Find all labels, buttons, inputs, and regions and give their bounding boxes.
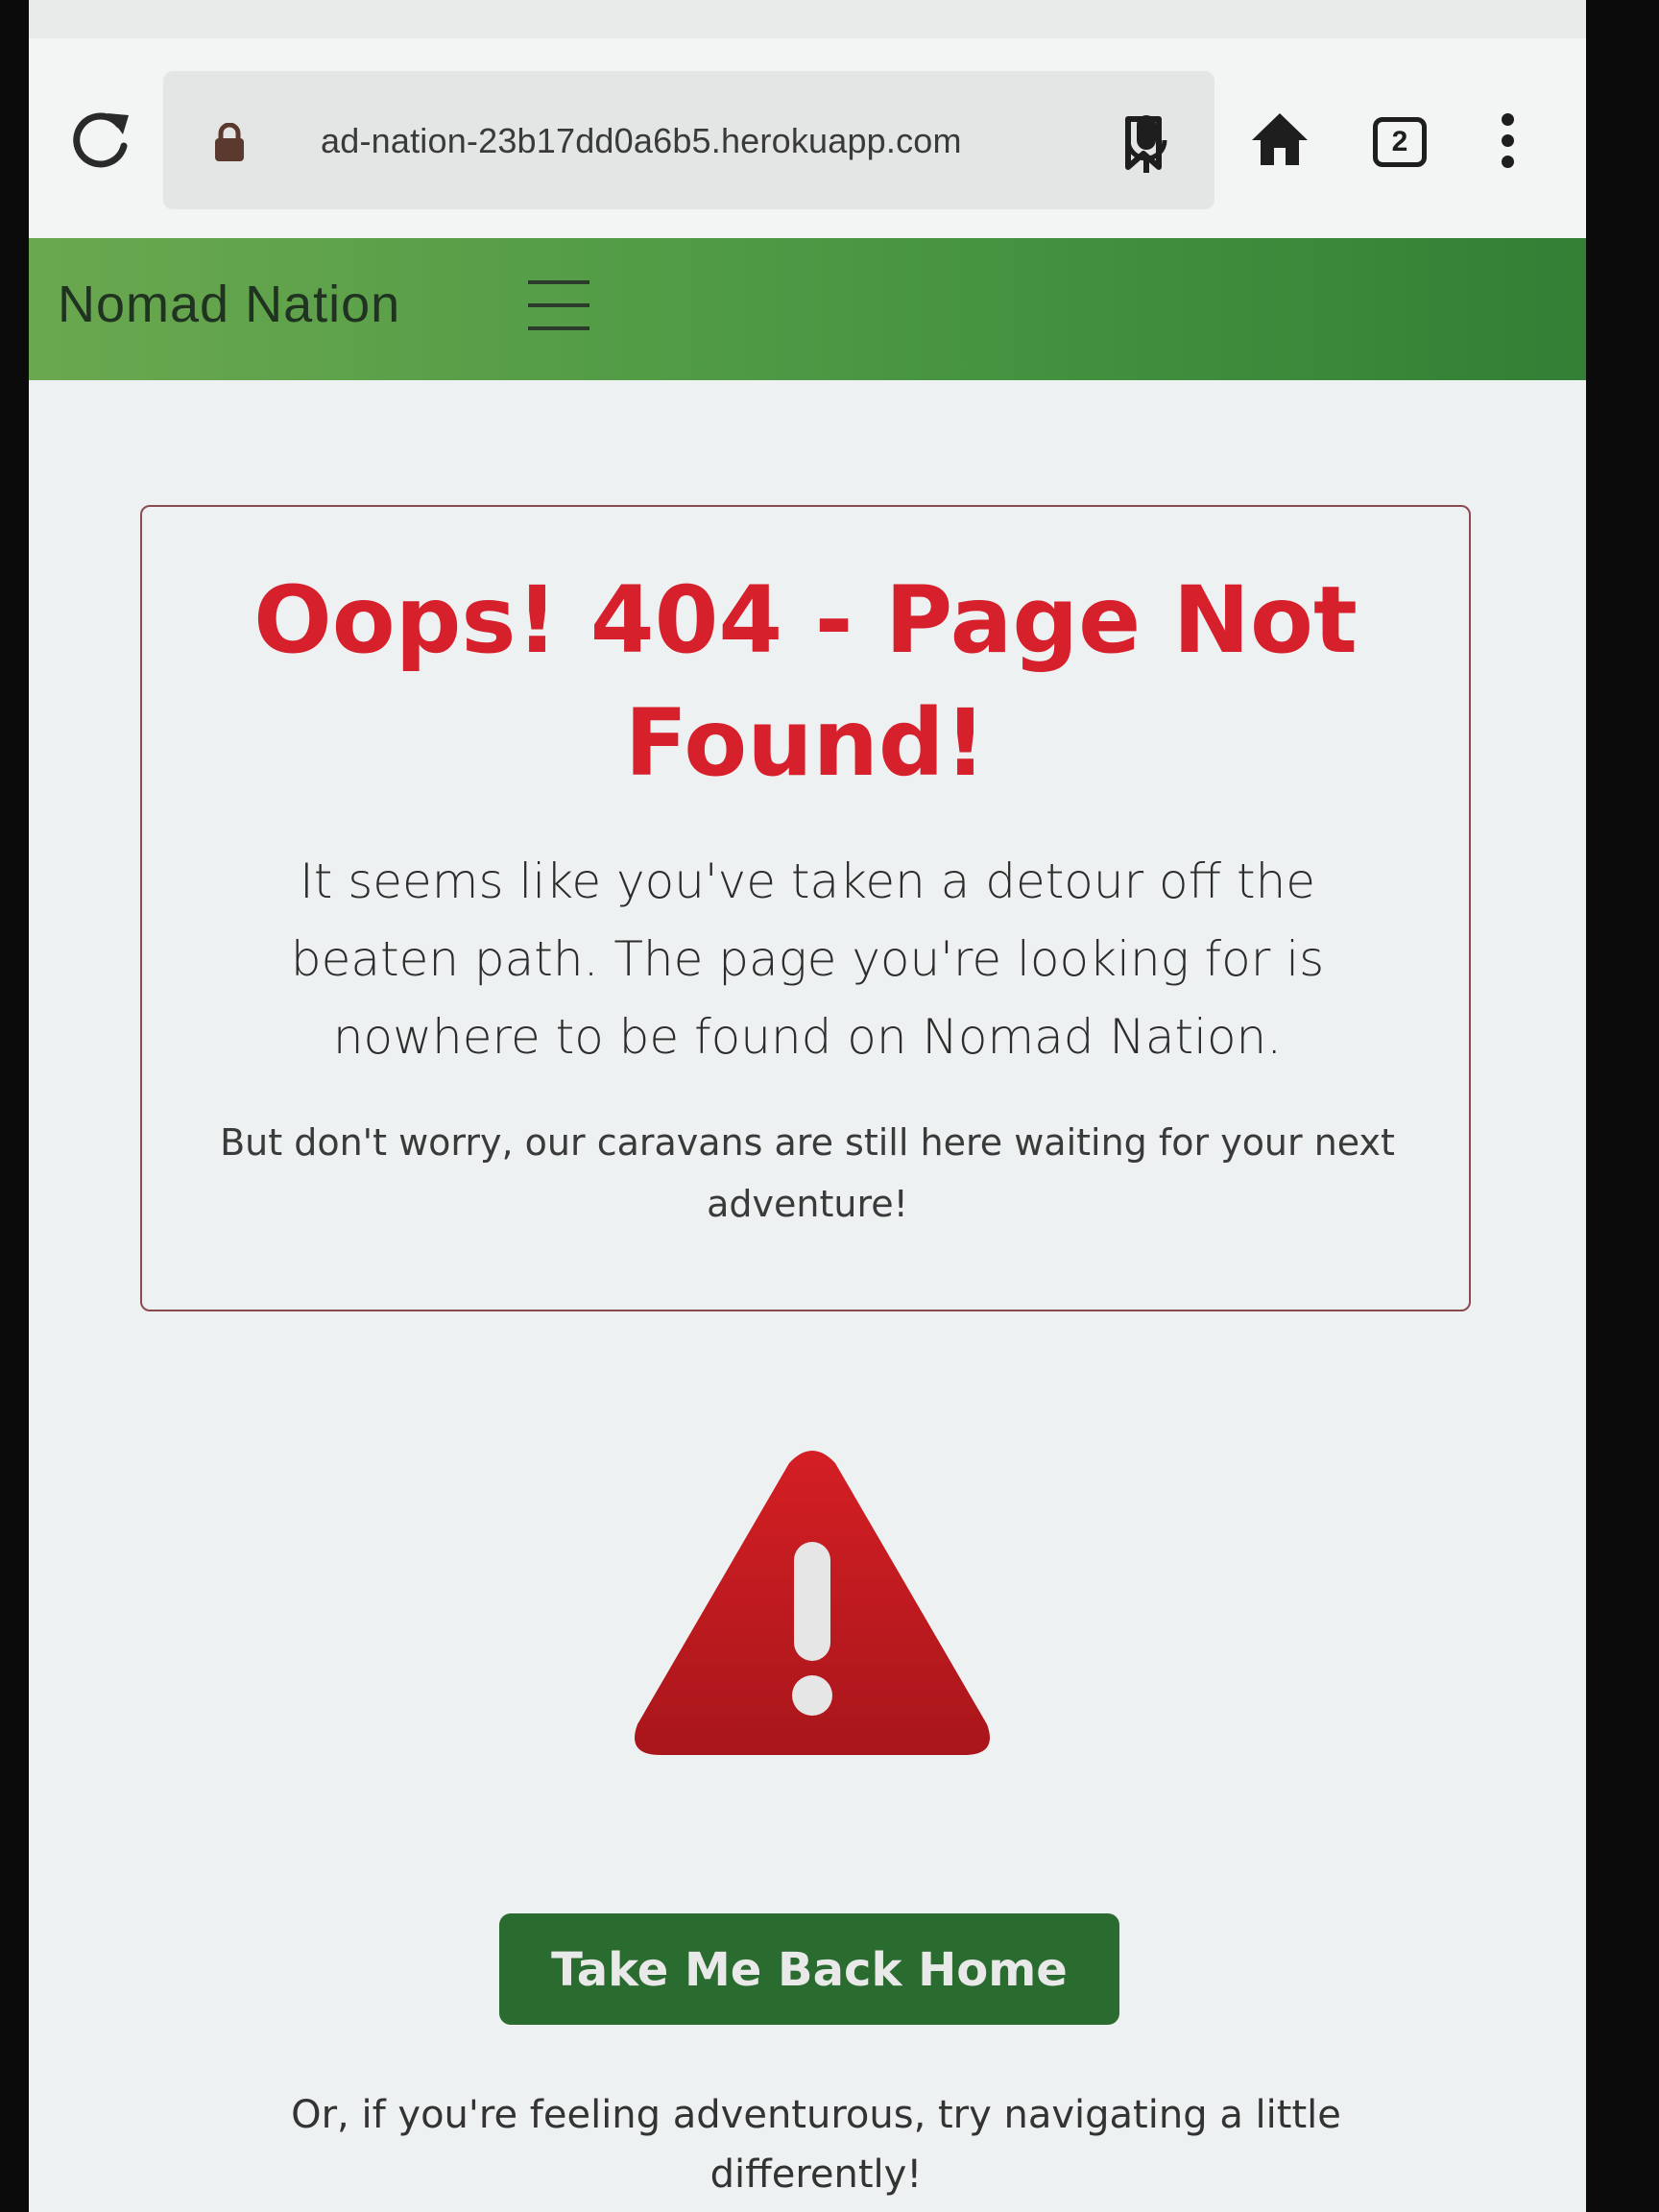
back-home-button[interactable]: Take Me Back Home [499, 1913, 1119, 2025]
error-card: Oops! 404 - Page Not Found! It seems lik… [140, 505, 1471, 1311]
page-title: Oops! 404 - Page Not Found! [253, 566, 1358, 797]
tab-switcher-icon[interactable]: 2 [1373, 117, 1427, 167]
url-text[interactable]: ad-nation-23b17dd0a6b5.herokuapp.com [321, 121, 962, 161]
device-screen: ad-nation-23b17dd0a6b5.herokuapp.com 2 N… [29, 0, 1586, 2212]
home-icon[interactable] [1250, 111, 1310, 167]
address-bar[interactable]: ad-nation-23b17dd0a6b5.herokuapp.com [163, 71, 1214, 209]
status-strip [29, 0, 1586, 38]
browser-toolbar: ad-nation-23b17dd0a6b5.herokuapp.com 2 [29, 0, 1586, 238]
navigation-hint: Or, if you're feeling adventurous, try n… [291, 2093, 1341, 2197]
lock-icon [215, 123, 244, 161]
site-navbar: Nomad Nation [29, 238, 1586, 380]
brand-link[interactable]: Nomad Nation [58, 275, 400, 334]
microphone-icon[interactable] [1123, 113, 1169, 177]
reload-icon[interactable] [69, 108, 132, 171]
error-reassurance: But don't worry, our caravans are still … [220, 1121, 1395, 1225]
more-menu-icon[interactable] [1498, 113, 1517, 171]
warning-triangle-icon [635, 1451, 990, 1755]
error-description: It seems like you've taken a detour off … [290, 854, 1325, 1065]
hamburger-menu-icon[interactable] [528, 280, 589, 334]
